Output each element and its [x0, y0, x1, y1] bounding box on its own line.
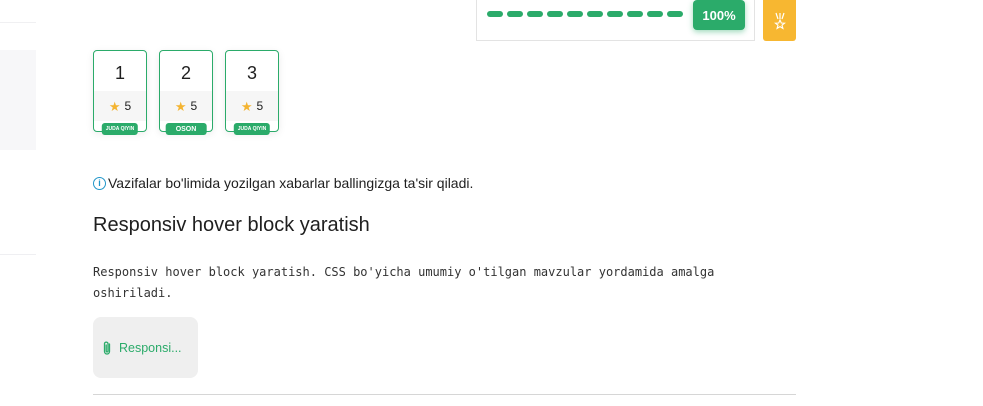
- progress-segment: [567, 11, 583, 17]
- medal-button[interactable]: [763, 0, 796, 41]
- attachment-name: Responsi...: [119, 340, 182, 355]
- progress-panel: 100%: [476, 0, 755, 41]
- sidebar-item-active[interactable]: [0, 50, 36, 150]
- task-description: Responsiv hover block yaratish. CSS bo'y…: [93, 265, 715, 300]
- difficulty-badge: JUDA QIYIN: [101, 123, 139, 135]
- task-card-3[interactable]: 3 ★ 5 JUDA QIYIN: [225, 50, 279, 135]
- progress-segment: [547, 11, 563, 17]
- difficulty-badge: OSON: [165, 123, 207, 135]
- medal-icon: [773, 12, 786, 30]
- task-score: ★ 5: [160, 91, 212, 121]
- score-value: 5: [256, 99, 264, 113]
- paperclip-icon: [103, 341, 111, 355]
- progress-segment: [587, 11, 603, 17]
- star-icon: ★: [174, 98, 187, 114]
- progress-segment: [627, 11, 643, 17]
- task-cards: 1 ★ 5 JUDA QIYIN 2 ★ 5 OSON 3 ★ 5 JUDA Q…: [93, 50, 279, 135]
- task-title: Responsiv hover block yaratish: [93, 214, 370, 236]
- progress-bar: [487, 11, 683, 17]
- task-score: ★ 5: [226, 91, 278, 121]
- progress-segment: [647, 11, 663, 17]
- task-card-2[interactable]: 2 ★ 5 OSON: [159, 50, 213, 135]
- task-number: 1: [114, 63, 125, 83]
- task-number: 2: [180, 63, 191, 83]
- sidebar-item[interactable]: [0, 0, 36, 23]
- score-value: 5: [124, 99, 132, 113]
- sidebar-divider: [0, 254, 36, 255]
- star-icon: ★: [240, 98, 253, 114]
- progress-segment: [487, 11, 503, 17]
- info-icon: i: [93, 176, 106, 190]
- star-icon: ★: [108, 98, 121, 114]
- score-value: 5: [190, 99, 198, 113]
- task-number: 3: [246, 63, 257, 83]
- notice-text: Vazifalar bo'limida yozilgan xabarlar ba…: [108, 175, 474, 191]
- progress-segment: [667, 11, 683, 17]
- task-card-1[interactable]: 1 ★ 5 JUDA QIYIN: [93, 50, 147, 135]
- section-divider: [93, 394, 796, 395]
- progress-segment: [527, 11, 543, 17]
- progress-segment: [507, 11, 523, 17]
- progress-percent-badge: 100%: [693, 0, 745, 30]
- task-page: 100% 1 ★ 5 JUDA QIYIN 2 ★ 5 OSON 3 ★ 5 J…: [0, 0, 983, 406]
- task-score: ★ 5: [94, 91, 146, 121]
- difficulty-badge: JUDA QIYIN: [233, 123, 271, 135]
- attachment-file[interactable]: Responsi...: [93, 317, 198, 378]
- progress-segment: [607, 11, 623, 17]
- notice: i Vazifalar bo'limida yozilgan xabarlar …: [93, 175, 473, 191]
